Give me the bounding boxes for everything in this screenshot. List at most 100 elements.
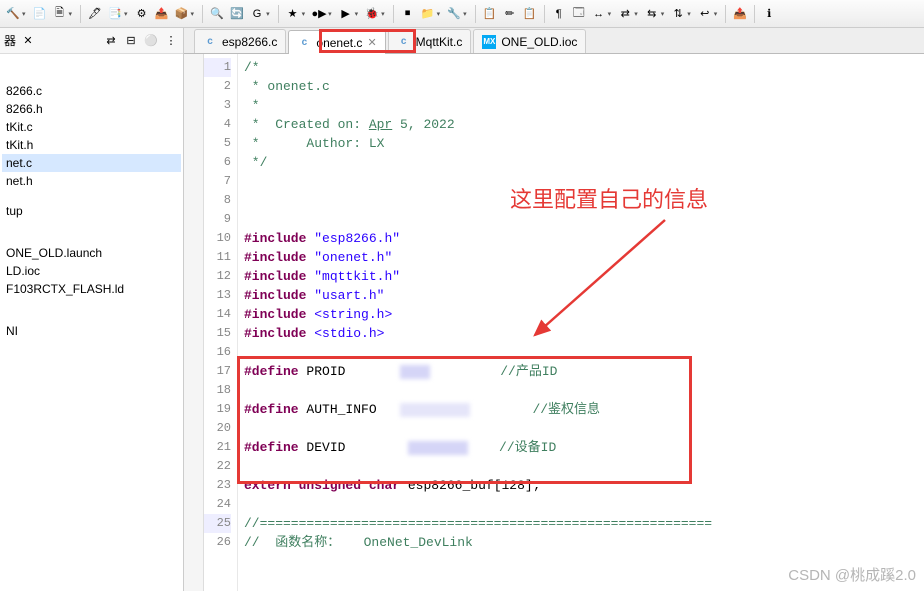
dropdown-arrow-icon[interactable]: ▾ (266, 10, 270, 18)
toolbar-button[interactable]: ⏹ (399, 5, 417, 23)
toolbar-separator (393, 5, 394, 23)
toolbar-button[interactable]: 📦 (173, 5, 191, 23)
link-icon[interactable]: ⇄ (103, 33, 119, 49)
code-editor[interactable]: 1234567891011121314151617181920212223242… (184, 54, 924, 591)
sidebar-item[interactable]: tKit.c (2, 118, 181, 136)
code-line[interactable] (244, 381, 924, 400)
close-icon[interactable]: ✕ (367, 36, 376, 49)
dropdown-arrow-icon[interactable]: ▾ (381, 10, 385, 18)
dropdown-arrow-icon[interactable]: ▾ (124, 10, 128, 18)
code-line[interactable]: * onenet.c (244, 77, 924, 96)
editor-tab[interactable]: cesp8266.c (194, 29, 286, 53)
dropdown-arrow-icon[interactable]: ▾ (191, 10, 195, 18)
code-line[interactable]: * (244, 96, 924, 115)
dropdown-arrow-icon[interactable]: ▾ (714, 10, 718, 18)
code-line[interactable]: //======================================… (244, 514, 924, 533)
dropdown-arrow-icon[interactable]: ▾ (302, 10, 306, 18)
toolbar-button[interactable]: ⇄ (616, 5, 634, 23)
dropdown-arrow-icon[interactable]: ▾ (687, 10, 691, 18)
sidebar-item[interactable]: 8266.c (2, 82, 181, 100)
toolbar-button[interactable]: 🔍 (208, 5, 226, 23)
toolbar-button[interactable]: 🔄 (228, 5, 246, 23)
filter-icon[interactable]: ⚪ (143, 33, 159, 49)
toolbar-button[interactable]: ↩ (696, 5, 714, 23)
sidebar-item[interactable]: ONE_OLD.launch (2, 244, 181, 262)
toolbar-separator (544, 5, 545, 23)
editor-tab[interactable]: MXONE_OLD.ioc (473, 29, 586, 53)
menu-icon[interactable]: ⋮ (163, 33, 179, 49)
toolbar-button[interactable]: 🐞 (363, 5, 381, 23)
toolbar-button[interactable]: ↔ (590, 5, 608, 23)
sidebar-item[interactable]: NI (2, 322, 181, 340)
toolbar-button[interactable]: ●▶ (310, 5, 328, 23)
toolbar-button[interactable]: 📤 (731, 5, 749, 23)
code-line[interactable]: #include <stdio.h> (244, 324, 924, 343)
toolbar-button[interactable]: ¶ (550, 5, 568, 23)
toolbar-separator (475, 5, 476, 23)
code-line[interactable]: #include "esp8266.h" (244, 229, 924, 248)
code-line[interactable]: #define PROID //产品ID (244, 362, 924, 381)
toolbar-button[interactable]: ⚙ (133, 5, 151, 23)
dropdown-arrow-icon[interactable]: ▾ (463, 10, 467, 18)
c-file-icon: c (203, 35, 217, 49)
code-line[interactable]: #define AUTH_INFO //鉴权信息 (244, 400, 924, 419)
toolbar-button[interactable]: G (248, 5, 266, 23)
close-icon[interactable]: ✕ (20, 33, 36, 49)
toolbar-button[interactable]: 📤 (153, 5, 171, 23)
code-line[interactable] (244, 419, 924, 438)
sidebar-item[interactable]: 8266.h (2, 100, 181, 118)
code-line[interactable]: * Created on: Apr 5, 2022 (244, 115, 924, 134)
toolbar-button[interactable]: 🗎 (51, 5, 69, 23)
editor-tab[interactable]: conenet.c✕ (288, 30, 385, 54)
toolbar-button[interactable]: 🔨 (4, 5, 22, 23)
sidebar-item[interactable]: tup (2, 202, 181, 220)
sidebar-item[interactable]: LD.ioc (2, 262, 181, 280)
dropdown-arrow-icon[interactable]: ▾ (328, 10, 332, 18)
dropdown-arrow-icon[interactable]: ▾ (437, 10, 441, 18)
code-line[interactable] (244, 343, 924, 362)
dropdown-arrow-icon[interactable]: ▾ (608, 10, 612, 18)
code-line[interactable]: */ (244, 153, 924, 172)
toolbar-button[interactable]: ▶ (337, 5, 355, 23)
sidebar-tab-label[interactable]: 器 (4, 32, 16, 49)
toolbar-button[interactable]: 📋 (481, 5, 499, 23)
toolbar-button[interactable]: ⇆ (643, 5, 661, 23)
toolbar-button[interactable]: 📁 (419, 5, 437, 23)
toolbar-button[interactable]: 🔧 (445, 5, 463, 23)
toolbar-button[interactable]: ★ (284, 5, 302, 23)
dropdown-arrow-icon[interactable]: ▾ (355, 10, 359, 18)
code-line[interactable]: * Author: LX (244, 134, 924, 153)
toolbar-button[interactable]: 📑 (106, 5, 124, 23)
code-line[interactable] (244, 495, 924, 514)
code-line[interactable]: #include <string.h> (244, 305, 924, 324)
dropdown-arrow-icon[interactable]: ▾ (22, 10, 26, 18)
toolbar-button[interactable]: 🗔 (570, 5, 588, 23)
code-area[interactable]: /* * onenet.c * * Created on: Apr 5, 202… (238, 54, 924, 591)
sidebar-tree[interactable]: 8266.c8266.htKit.ctKit.hnet.cnet.h tup ONE… (0, 54, 183, 344)
toolbar-button[interactable]: 🖋 (86, 5, 104, 23)
toolbar-button[interactable]: ℹ (760, 5, 778, 23)
sidebar-item[interactable]: net.h (2, 172, 181, 190)
code-line[interactable]: #include "usart.h" (244, 286, 924, 305)
toolbar-button[interactable]: ⇅ (669, 5, 687, 23)
collapse-icon[interactable]: ⊟ (123, 33, 139, 49)
code-line[interactable]: /* (244, 58, 924, 77)
dropdown-arrow-icon[interactable]: ▾ (634, 10, 638, 18)
code-line[interactable]: #include "onenet.h" (244, 248, 924, 267)
code-line[interactable]: // 函数名称： OneNet_DevLink (244, 533, 924, 552)
toolbar-button[interactable]: 📋 (521, 5, 539, 23)
code-line[interactable]: extern unsigned char esp8266_buf[128]; (244, 476, 924, 495)
editor-tab[interactable]: cMqttKit.c (388, 29, 472, 53)
sidebar-item[interactable]: net.c (2, 154, 181, 172)
sidebar-item[interactable]: F103RCTX_FLASH.ld (2, 280, 181, 298)
code-line[interactable]: #include "mqttkit.h" (244, 267, 924, 286)
code-line[interactable]: #define DEVID //设备ID (244, 438, 924, 457)
c-file-icon: c (297, 36, 311, 50)
toolbar-button[interactable]: ✏ (501, 5, 519, 23)
dropdown-arrow-icon[interactable]: ▾ (661, 10, 665, 18)
toolbar-separator (754, 5, 755, 23)
code-line[interactable] (244, 457, 924, 476)
dropdown-arrow-icon[interactable]: ▾ (69, 10, 73, 18)
sidebar-item[interactable]: tKit.h (2, 136, 181, 154)
toolbar-button[interactable]: 📄 (31, 5, 49, 23)
